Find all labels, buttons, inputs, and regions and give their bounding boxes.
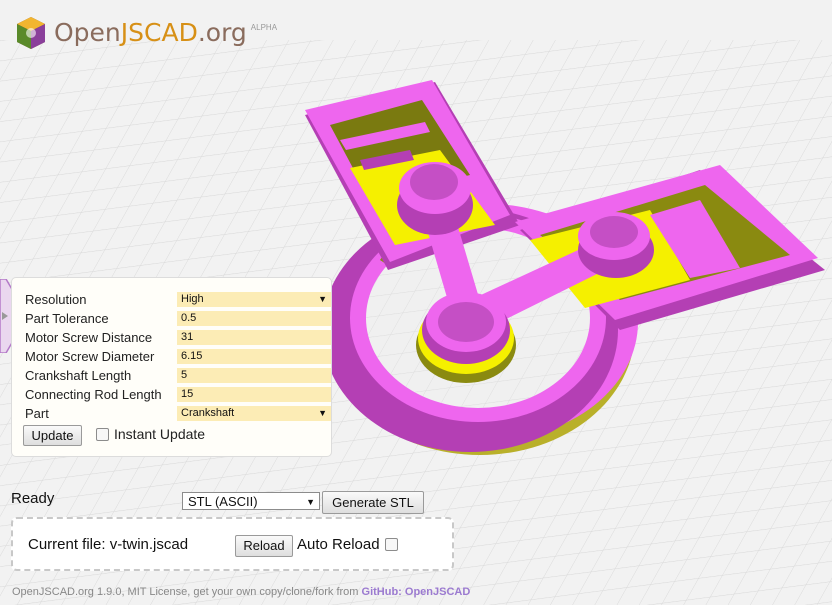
update-button[interactable]: Update: [23, 425, 82, 446]
dropdown-arrow-icon: ▼: [318, 408, 327, 418]
logo-open: Open: [54, 18, 121, 47]
part-tolerance-input[interactable]: 0.5: [177, 311, 331, 326]
parameters-panel: Resolution High ▼ Part Tolerance 0.5 Moto…: [11, 277, 332, 457]
resolution-value: High: [181, 293, 204, 305]
param-row-crankshaft-length: Crankshaft Length 5: [25, 366, 331, 385]
resolution-select[interactable]: High ▼: [177, 292, 331, 307]
param-label: Crankshaft Length: [25, 368, 132, 383]
status-text: Ready: [11, 490, 55, 507]
auto-reload-checkbox[interactable]: [384, 538, 398, 551]
export-format-select[interactable]: STL (ASCII) ▼: [182, 492, 320, 510]
param-label: Motor Screw Distance: [25, 330, 153, 345]
current-file-label: Current file: v-twin.jscad: [28, 536, 189, 553]
param-row-tolerance: Part Tolerance 0.5: [25, 309, 331, 328]
crankshaft-length-input[interactable]: 5: [177, 368, 331, 383]
logo-jscad: JSCAD: [120, 18, 198, 47]
param-label: Resolution: [25, 292, 87, 307]
export-format-value: STL (ASCII): [188, 494, 258, 509]
param-label: Connecting Rod Length: [25, 387, 162, 402]
param-row-rod-length: Connecting Rod Length 15: [25, 385, 331, 404]
file-drop-area[interactable]: Current file: v-twin.jscad Reload Auto R…: [11, 517, 454, 571]
logo-text: OpenJSCAD.org: [54, 15, 247, 51]
part-value: Crankshaft: [181, 407, 235, 419]
auto-reload-toggle[interactable]: Auto Reload: [297, 536, 398, 553]
motor-screw-distance-input[interactable]: 31: [177, 330, 331, 345]
logo-org: .org: [197, 18, 247, 47]
instant-update-toggle[interactable]: Instant Update: [96, 426, 205, 442]
reload-button[interactable]: Reload: [235, 535, 293, 557]
param-row-screw-diameter: Motor Screw Diameter 6.15: [25, 347, 331, 366]
footer: OpenJSCAD.org 1.9.0, MIT License, get yo…: [12, 586, 470, 598]
param-row-part: Part Crankshaft ▼: [25, 404, 331, 423]
instant-update-label: Instant Update: [114, 426, 206, 442]
param-label: Part Tolerance: [25, 311, 109, 326]
alpha-badge: ALPHA: [250, 23, 278, 32]
github-link[interactable]: GitHub: OpenJSCAD: [362, 586, 471, 598]
dropdown-arrow-icon: ▼: [318, 294, 327, 304]
part-select[interactable]: Crankshaft ▼: [177, 406, 331, 421]
app-logo[interactable]: OpenJSCAD.org ALPHA: [14, 15, 277, 51]
auto-reload-label: Auto Reload: [297, 536, 380, 553]
cube-logo-icon: [17, 17, 45, 49]
param-row-resolution: Resolution High ▼: [25, 290, 331, 309]
footer-text: OpenJSCAD.org 1.9.0, MIT License, get yo…: [12, 586, 362, 598]
connecting-rod-length-input[interactable]: 15: [177, 387, 331, 402]
instant-update-checkbox[interactable]: [96, 427, 109, 441]
param-label: Part: [25, 406, 49, 421]
param-label: Motor Screw Diameter: [25, 349, 155, 364]
motor-screw-diameter-input[interactable]: 6.15: [177, 349, 331, 364]
param-row-screw-distance: Motor Screw Distance 31: [25, 328, 331, 347]
generate-stl-button[interactable]: Generate STL: [322, 491, 424, 514]
dropdown-arrow-icon: ▼: [306, 497, 315, 507]
